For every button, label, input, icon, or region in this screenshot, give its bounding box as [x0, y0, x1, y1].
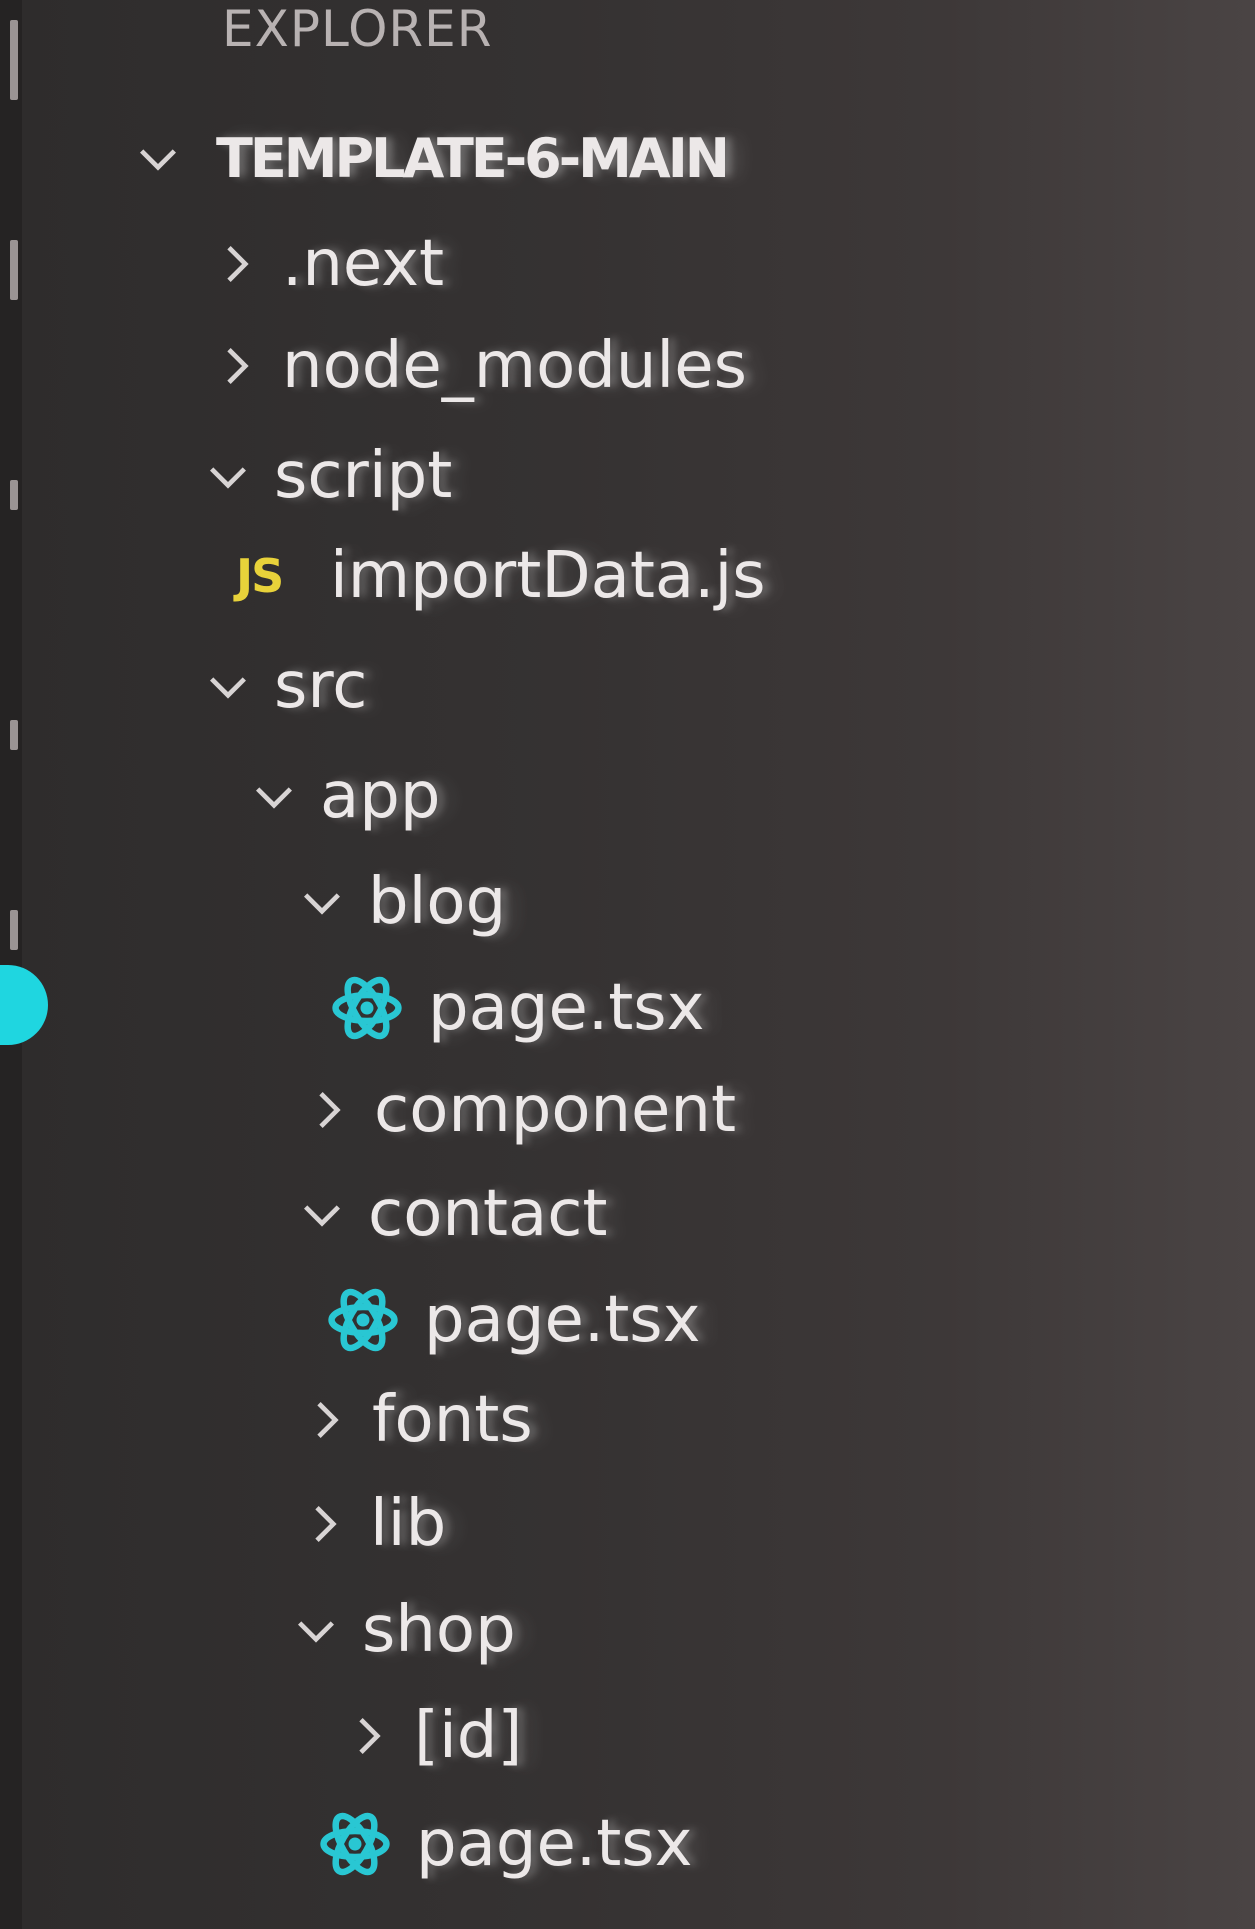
- tree-item-label: lib: [370, 1487, 447, 1561]
- tree-item-label: blog: [368, 865, 507, 939]
- activity-bar-icon[interactable]: [10, 720, 18, 750]
- chevron-right-icon[interactable]: [208, 338, 264, 394]
- react-icon: [318, 1807, 392, 1881]
- tree-item-label: .next: [282, 227, 445, 301]
- activity-badge: [0, 965, 48, 1045]
- tree-item-importdata-js[interactable]: JS importData.js: [236, 526, 766, 626]
- activity-bar-icon[interactable]: [10, 910, 18, 950]
- chevron-down-icon[interactable]: [294, 1186, 350, 1242]
- tree-item-label: component: [374, 1073, 737, 1147]
- chevron-down-icon[interactable]: [246, 768, 302, 824]
- tree-item-fonts[interactable]: fonts: [298, 1370, 533, 1470]
- tree-item-label: page.tsx: [428, 971, 705, 1045]
- chevron-right-icon[interactable]: [298, 1392, 354, 1448]
- tree-item-label: importData.js: [330, 539, 766, 613]
- tree-item-shop-page-tsx[interactable]: page.tsx: [318, 1794, 693, 1894]
- tree-item-label: page.tsx: [416, 1807, 693, 1881]
- tree-item-contact[interactable]: contact: [294, 1164, 608, 1264]
- tree-root-label: TEMPLATE-6-MAIN: [216, 126, 730, 190]
- tree-item-component[interactable]: component: [300, 1060, 736, 1160]
- tree-item-shop[interactable]: shop: [288, 1580, 516, 1680]
- activity-bar-icon[interactable]: [10, 20, 18, 100]
- chevron-down-icon[interactable]: [288, 1602, 344, 1658]
- chevron-down-icon[interactable]: [200, 658, 256, 714]
- vscode-explorer-screen: EXPLORER TEMPLATE-6-MAIN .next node_modu…: [0, 0, 1255, 1929]
- tree-item-label: fonts: [372, 1383, 533, 1457]
- tree-item-blog[interactable]: blog: [294, 852, 506, 952]
- tree-item-label: node_modules: [282, 329, 747, 403]
- tree-item-label: [id]: [414, 1699, 523, 1773]
- tree-item-app[interactable]: app: [246, 746, 440, 846]
- chevron-down-icon[interactable]: [130, 130, 186, 186]
- activity-bar-icon[interactable]: [10, 240, 18, 300]
- tree-item-src[interactable]: src: [200, 636, 367, 736]
- chevron-right-icon[interactable]: [208, 236, 264, 292]
- react-icon: [326, 1283, 400, 1357]
- chevron-down-icon[interactable]: [200, 448, 256, 504]
- react-icon: [330, 971, 404, 1045]
- tree-item-id[interactable]: [id]: [340, 1686, 522, 1786]
- chevron-right-icon[interactable]: [296, 1496, 352, 1552]
- tree-item-blog-page-tsx[interactable]: page.tsx: [330, 958, 705, 1058]
- tree-item-label: page.tsx: [424, 1283, 701, 1357]
- activity-bar: [0, 0, 48, 1929]
- explorer-title: EXPLORER: [222, 0, 493, 58]
- tree-item-contact-page-tsx[interactable]: page.tsx: [326, 1270, 701, 1370]
- tree-item-label: src: [274, 649, 368, 723]
- js-file-icon: JS: [236, 549, 284, 603]
- tree-item-node-modules[interactable]: node_modules: [208, 316, 747, 416]
- chevron-right-icon[interactable]: [300, 1082, 356, 1138]
- tree-item-label: contact: [368, 1177, 608, 1251]
- tree-root-folder[interactable]: TEMPLATE-6-MAIN: [130, 108, 730, 208]
- chevron-down-icon[interactable]: [294, 874, 350, 930]
- chevron-right-icon[interactable]: [340, 1708, 396, 1764]
- tree-item-label: script: [274, 439, 453, 513]
- tree-item-lib[interactable]: lib: [296, 1474, 446, 1574]
- tree-item-next[interactable]: .next: [208, 214, 444, 314]
- activity-bar-icon[interactable]: [10, 480, 18, 510]
- tree-item-label: shop: [362, 1593, 516, 1667]
- tree-item-label: app: [320, 759, 441, 833]
- tree-item-script[interactable]: script: [200, 426, 452, 526]
